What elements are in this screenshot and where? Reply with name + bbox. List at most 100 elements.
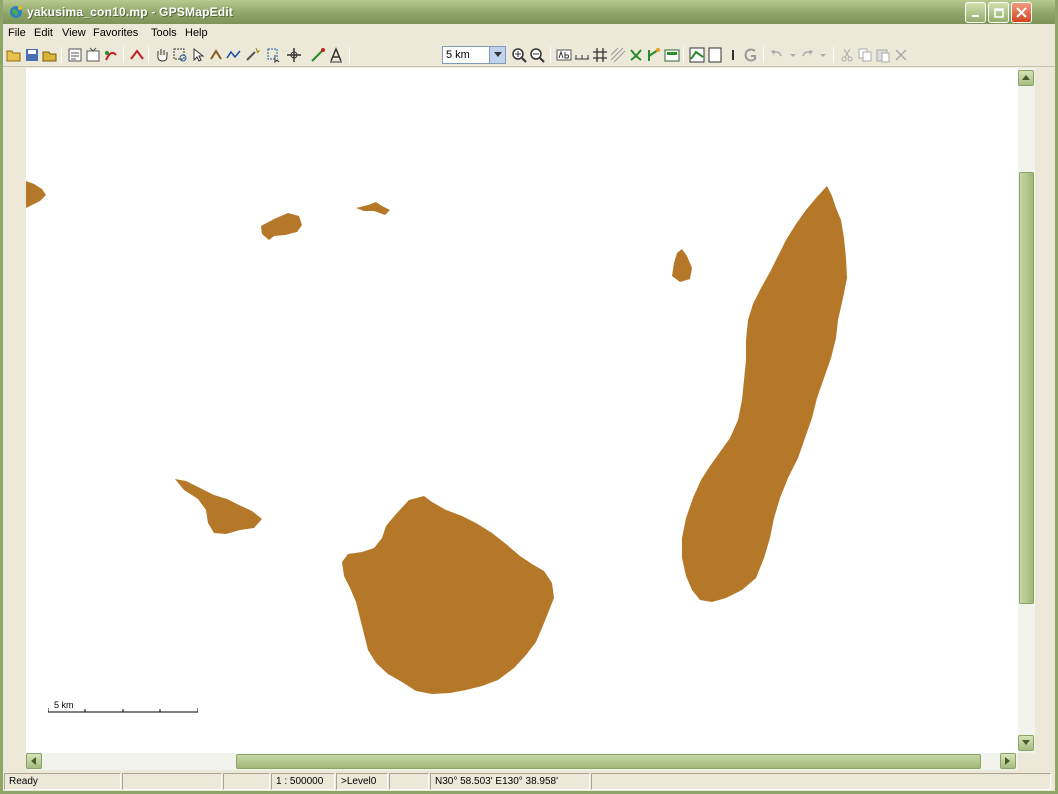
google-button[interactable] (742, 46, 760, 64)
waypoints-button[interactable] (627, 46, 645, 64)
land-polygons (26, 181, 847, 694)
folder-icon (42, 51, 57, 62)
move-button[interactable] (285, 46, 303, 64)
vertical-scroll-thumb[interactable] (1019, 172, 1034, 604)
paste-button[interactable] (874, 46, 892, 64)
cut-button[interactable] (838, 46, 856, 64)
paste-icon (876, 49, 890, 63)
island-yakushima (342, 496, 554, 694)
minimize-icon (971, 14, 979, 17)
map-properties-button[interactable] (84, 46, 102, 64)
scroll-down-button[interactable] (1018, 735, 1034, 751)
transform-button[interactable] (102, 46, 120, 64)
status-empty-3 (389, 773, 429, 790)
tracks-icon (648, 48, 660, 61)
show-grid-button[interactable] (591, 46, 609, 64)
chevron-up-icon (1022, 75, 1030, 80)
app-window: yakusima_con10.mp - GPSMapEdit File Edit… (0, 0, 1058, 794)
menu-view[interactable]: View (62, 27, 86, 39)
attachments-icon (664, 49, 680, 62)
window-title: yakusima_con10.mp - GPSMapEdit (27, 5, 234, 19)
zoom-in-button[interactable] (510, 46, 528, 64)
magic-wand-button[interactable] (243, 46, 261, 64)
select-area-icon (267, 48, 280, 63)
scroll-left-button[interactable] (26, 753, 42, 769)
gps-icon (130, 49, 144, 60)
scroll-up-button[interactable] (1018, 70, 1034, 86)
blank-page-button[interactable] (706, 46, 724, 64)
zoom-out-icon (530, 48, 545, 63)
waypoints-icon (630, 49, 642, 61)
select-area-button[interactable] (265, 46, 283, 64)
transform-icon (105, 51, 117, 61)
horizontal-scrollbar[interactable] (26, 753, 1018, 770)
label-tool-icon (330, 47, 342, 63)
chevron-down-icon (820, 54, 826, 57)
copy-button[interactable] (856, 46, 874, 64)
open-button[interactable] (5, 46, 23, 64)
edit-nodes-button[interactable] (207, 46, 225, 64)
close-icon (1016, 7, 1027, 18)
polyline-icon (226, 50, 241, 59)
measure-button[interactable] (309, 46, 327, 64)
delete-button[interactable] (892, 46, 910, 64)
attachments-button[interactable] (663, 46, 681, 64)
info-button[interactable] (724, 46, 742, 64)
save-icon (26, 49, 38, 61)
open-folder-icon (6, 50, 21, 62)
delete-x-icon (895, 49, 907, 61)
maximize-button[interactable] (988, 2, 1009, 23)
tracks-button[interactable] (645, 46, 663, 64)
move-icon (287, 48, 301, 62)
horizontal-scroll-thumb[interactable] (236, 754, 981, 769)
info-icon (732, 50, 734, 60)
menu-tools[interactable]: Tools (151, 27, 177, 39)
menu-edit[interactable]: Edit (34, 27, 53, 39)
show-scale-button[interactable] (573, 46, 591, 64)
map-scale-bar: 5 km (48, 700, 198, 713)
menu-bar: File Edit View Favorites Tools Help (3, 24, 1055, 43)
menu-favorites[interactable]: Favorites (93, 27, 138, 39)
zoom-rect-button[interactable] (171, 46, 189, 64)
google-g-icon (744, 48, 756, 62)
chevron-right-icon (1005, 757, 1010, 765)
minimize-button[interactable] (965, 2, 986, 23)
title-bar[interactable]: yakusima_con10.mp - GPSMapEdit (3, 0, 1055, 24)
menu-file[interactable]: File (8, 27, 26, 39)
export-button[interactable] (41, 46, 59, 64)
gps-button[interactable] (128, 46, 146, 64)
label-tool-button[interactable] (327, 46, 345, 64)
show-labels-button[interactable] (555, 46, 573, 64)
globe-icon (10, 6, 22, 18)
map-canvas[interactable]: 5 km (26, 68, 1018, 753)
status-empty-2 (223, 773, 270, 790)
redo-dropdown[interactable] (814, 46, 832, 64)
status-ready: Ready (4, 773, 121, 790)
island-tiny (672, 249, 692, 282)
scroll-right-button[interactable] (1000, 753, 1016, 769)
zoom-rect-icon (173, 48, 187, 62)
chevron-down-icon[interactable] (489, 47, 505, 63)
zoom-in-icon (512, 48, 527, 63)
map-view-button[interactable] (688, 46, 706, 64)
menu-help[interactable]: Help (185, 27, 208, 39)
hand-tool-button[interactable] (153, 46, 171, 64)
show-fill-button[interactable] (609, 46, 627, 64)
chevron-left-icon (31, 757, 36, 765)
map-svg (26, 181, 847, 694)
scissors-icon (841, 48, 853, 62)
save-button[interactable] (23, 46, 41, 64)
status-coordinates: N30° 58.503' E130° 38.958' (430, 773, 590, 790)
select-tool-button[interactable] (189, 46, 207, 64)
vertical-scrollbar[interactable] (1018, 68, 1035, 753)
status-bar: Ready 1 : 500000 >Level0 N30° 58.503' E1… (3, 771, 1055, 791)
scale-select[interactable]: 5 km (442, 46, 506, 64)
measure-icon (311, 48, 325, 62)
scalebar-label: 5 km (54, 700, 74, 710)
status-empty-1 (122, 773, 222, 790)
toolbar: 5 km (3, 43, 1055, 67)
zoom-out-button[interactable] (528, 46, 546, 64)
properties-button[interactable] (66, 46, 84, 64)
create-polyline-button[interactable] (225, 46, 243, 64)
close-button[interactable] (1011, 2, 1032, 23)
